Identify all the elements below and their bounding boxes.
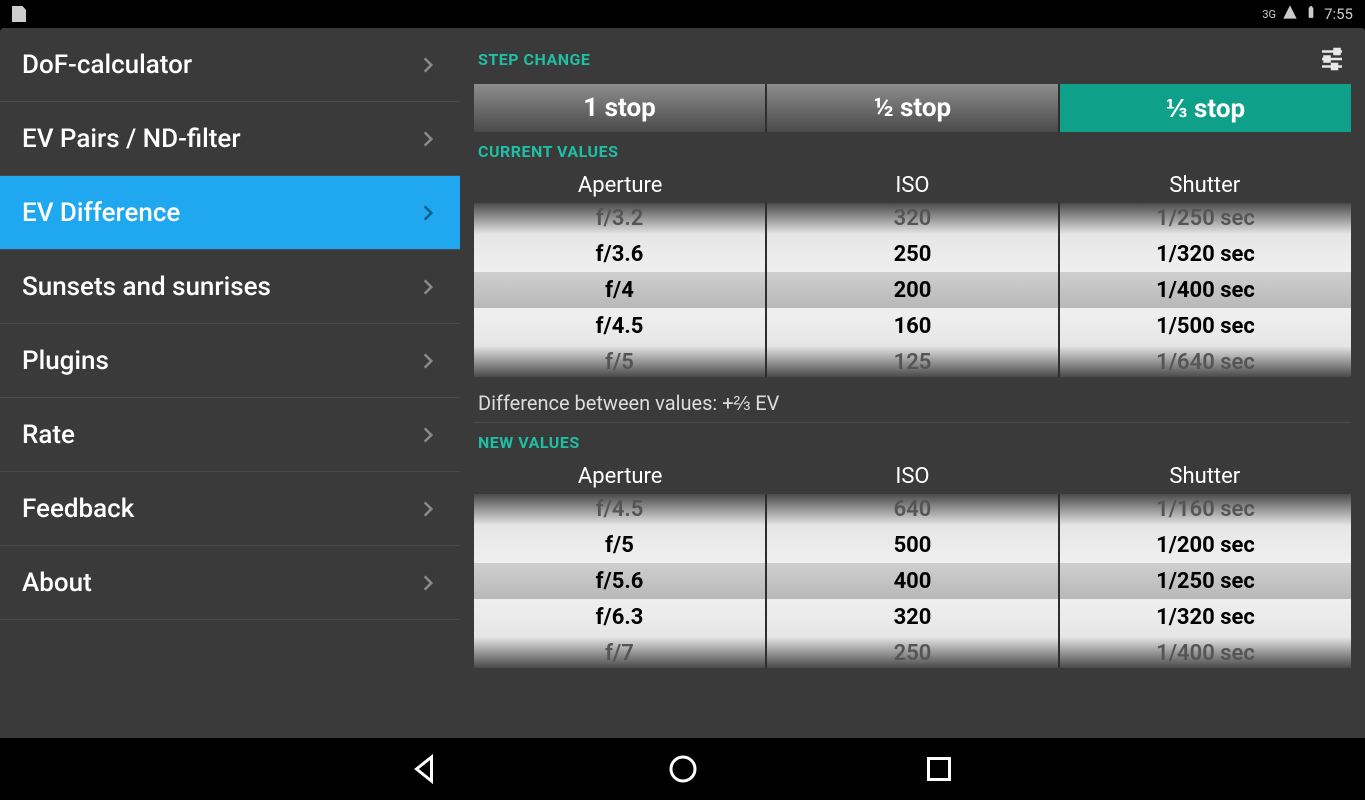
current-values-label: CURRENT VALUES	[474, 136, 1351, 167]
status-bar: 3G 7:55	[0, 0, 1365, 28]
sidebar-item-dof-calculator[interactable]: DoF-calculator	[0, 28, 460, 102]
header-aperture: Aperture	[474, 173, 766, 198]
picker-aperture[interactable]: f/3.2f/3.6f/4f/4.5f/5	[474, 203, 767, 377]
back-button[interactable]	[409, 751, 445, 787]
chevron-right-icon	[418, 568, 438, 598]
step-option-0[interactable]: 1 stop	[474, 84, 767, 132]
picker-row: f/4	[474, 272, 765, 308]
recents-button[interactable]	[921, 751, 957, 787]
picker-row: f/4.5	[474, 308, 765, 344]
chevron-right-icon	[418, 198, 438, 228]
picker-row: 1/250 sec	[1060, 203, 1351, 236]
picker-row: 1/250 sec	[1060, 563, 1351, 599]
picker-row: 320	[767, 203, 1058, 236]
picker-row: 500	[767, 527, 1058, 563]
picker-row: 250	[767, 236, 1058, 272]
picker-row: 1/400 sec	[1060, 635, 1351, 668]
picker-row: f/6.3	[474, 599, 765, 635]
signal-icon	[1282, 4, 1298, 24]
picker-row: 1/640 sec	[1060, 344, 1351, 377]
picker-row: f/3.2	[474, 203, 765, 236]
picker-row: 1/500 sec	[1060, 308, 1351, 344]
picker-row: 160	[767, 308, 1058, 344]
sidebar-item-about[interactable]: About	[0, 546, 460, 620]
picker-iso[interactable]: 320250200160125	[767, 203, 1060, 377]
step-option-1[interactable]: ½ stop	[767, 84, 1060, 132]
picker-row: 1/400 sec	[1060, 272, 1351, 308]
header-aperture: Aperture	[474, 464, 766, 489]
sidebar: DoF-calculator EV Pairs / ND-filter EV Dif…	[0, 28, 460, 738]
picker-row: f/5	[474, 344, 765, 377]
step-option-2[interactable]: ⅓ stop	[1060, 84, 1351, 132]
picker-row: f/5.6	[474, 563, 765, 599]
chevron-right-icon	[418, 272, 438, 302]
status-clock: 7:55	[1324, 5, 1353, 23]
chevron-right-icon	[418, 420, 438, 450]
main-pane: STEP CHANGE 1 stop½ stop⅓ stop CURRENT V…	[460, 28, 1365, 738]
header-iso: ISO	[766, 464, 1058, 489]
sidebar-item-label: Sunsets and sunrises	[22, 272, 271, 302]
picker-row: f/3.6	[474, 236, 765, 272]
picker-shutter[interactable]: 1/160 sec1/200 sec1/250 sec1/320 sec1/40…	[1060, 494, 1351, 668]
sidebar-item-label: EV Difference	[22, 198, 180, 228]
header-shutter: Shutter	[1059, 173, 1351, 198]
current-pickers: f/3.2f/3.6f/4f/4.5f/53202502001601251/25…	[474, 203, 1351, 377]
sidebar-item-ev-difference[interactable]: EV Difference	[0, 176, 460, 250]
step-change-segmented: 1 stop½ stop⅓ stop	[474, 84, 1351, 132]
picker-shutter[interactable]: 1/250 sec1/320 sec1/400 sec1/500 sec1/64…	[1060, 203, 1351, 377]
battery-icon	[1304, 4, 1318, 24]
picker-aperture[interactable]: f/4.5f/5f/5.6f/6.3f/7	[474, 494, 767, 668]
picker-row: 1/160 sec	[1060, 494, 1351, 527]
picker-row: 320	[767, 599, 1058, 635]
difference-text: Difference between values: +⅔ EV	[474, 377, 1351, 423]
picker-row: 200	[767, 272, 1058, 308]
picker-row: 1/200 sec	[1060, 527, 1351, 563]
sidebar-item-label: About	[22, 568, 92, 598]
network-indicator: 3G	[1262, 8, 1276, 21]
sidebar-item-sunsets-and-sunrises[interactable]: Sunsets and sunrises	[0, 250, 460, 324]
sidebar-item-label: EV Pairs / ND-filter	[22, 124, 241, 154]
sidebar-item-rate[interactable]: Rate	[0, 398, 460, 472]
sliders-icon[interactable]	[1317, 44, 1347, 74]
sidebar-item-label: Feedback	[22, 494, 134, 524]
sidebar-item-label: DoF-calculator	[22, 50, 192, 80]
android-navbar	[0, 738, 1365, 800]
picker-row: f/5	[474, 527, 765, 563]
picker-row: 125	[767, 344, 1058, 377]
picker-row: 640	[767, 494, 1058, 527]
picker-iso[interactable]: 640500400320250	[767, 494, 1060, 668]
chevron-right-icon	[418, 124, 438, 154]
sidebar-item-ev-pairs-nd-filter[interactable]: EV Pairs / ND-filter	[0, 102, 460, 176]
chevron-right-icon	[418, 346, 438, 376]
header-shutter: Shutter	[1059, 464, 1351, 489]
new-headers: Aperture ISO Shutter	[474, 458, 1351, 494]
header-iso: ISO	[766, 173, 1058, 198]
step-change-label: STEP CHANGE	[478, 50, 590, 69]
sd-card-icon	[12, 6, 26, 22]
picker-row: f/4.5	[474, 494, 765, 527]
picker-row: 400	[767, 563, 1058, 599]
picker-row: 1/320 sec	[1060, 236, 1351, 272]
picker-row: f/7	[474, 635, 765, 668]
home-button[interactable]	[665, 751, 701, 787]
new-pickers: f/4.5f/5f/5.6f/6.3f/76405004003202501/16…	[474, 494, 1351, 668]
new-values-label: NEW VALUES	[474, 423, 1351, 458]
sidebar-item-plugins[interactable]: Plugins	[0, 324, 460, 398]
picker-row: 1/320 sec	[1060, 599, 1351, 635]
current-headers: Aperture ISO Shutter	[474, 167, 1351, 203]
sidebar-item-feedback[interactable]: Feedback	[0, 472, 460, 546]
chevron-right-icon	[418, 50, 438, 80]
sidebar-item-label: Plugins	[22, 346, 109, 376]
sidebar-item-label: Rate	[22, 420, 75, 450]
chevron-right-icon	[418, 494, 438, 524]
picker-row: 250	[767, 635, 1058, 668]
